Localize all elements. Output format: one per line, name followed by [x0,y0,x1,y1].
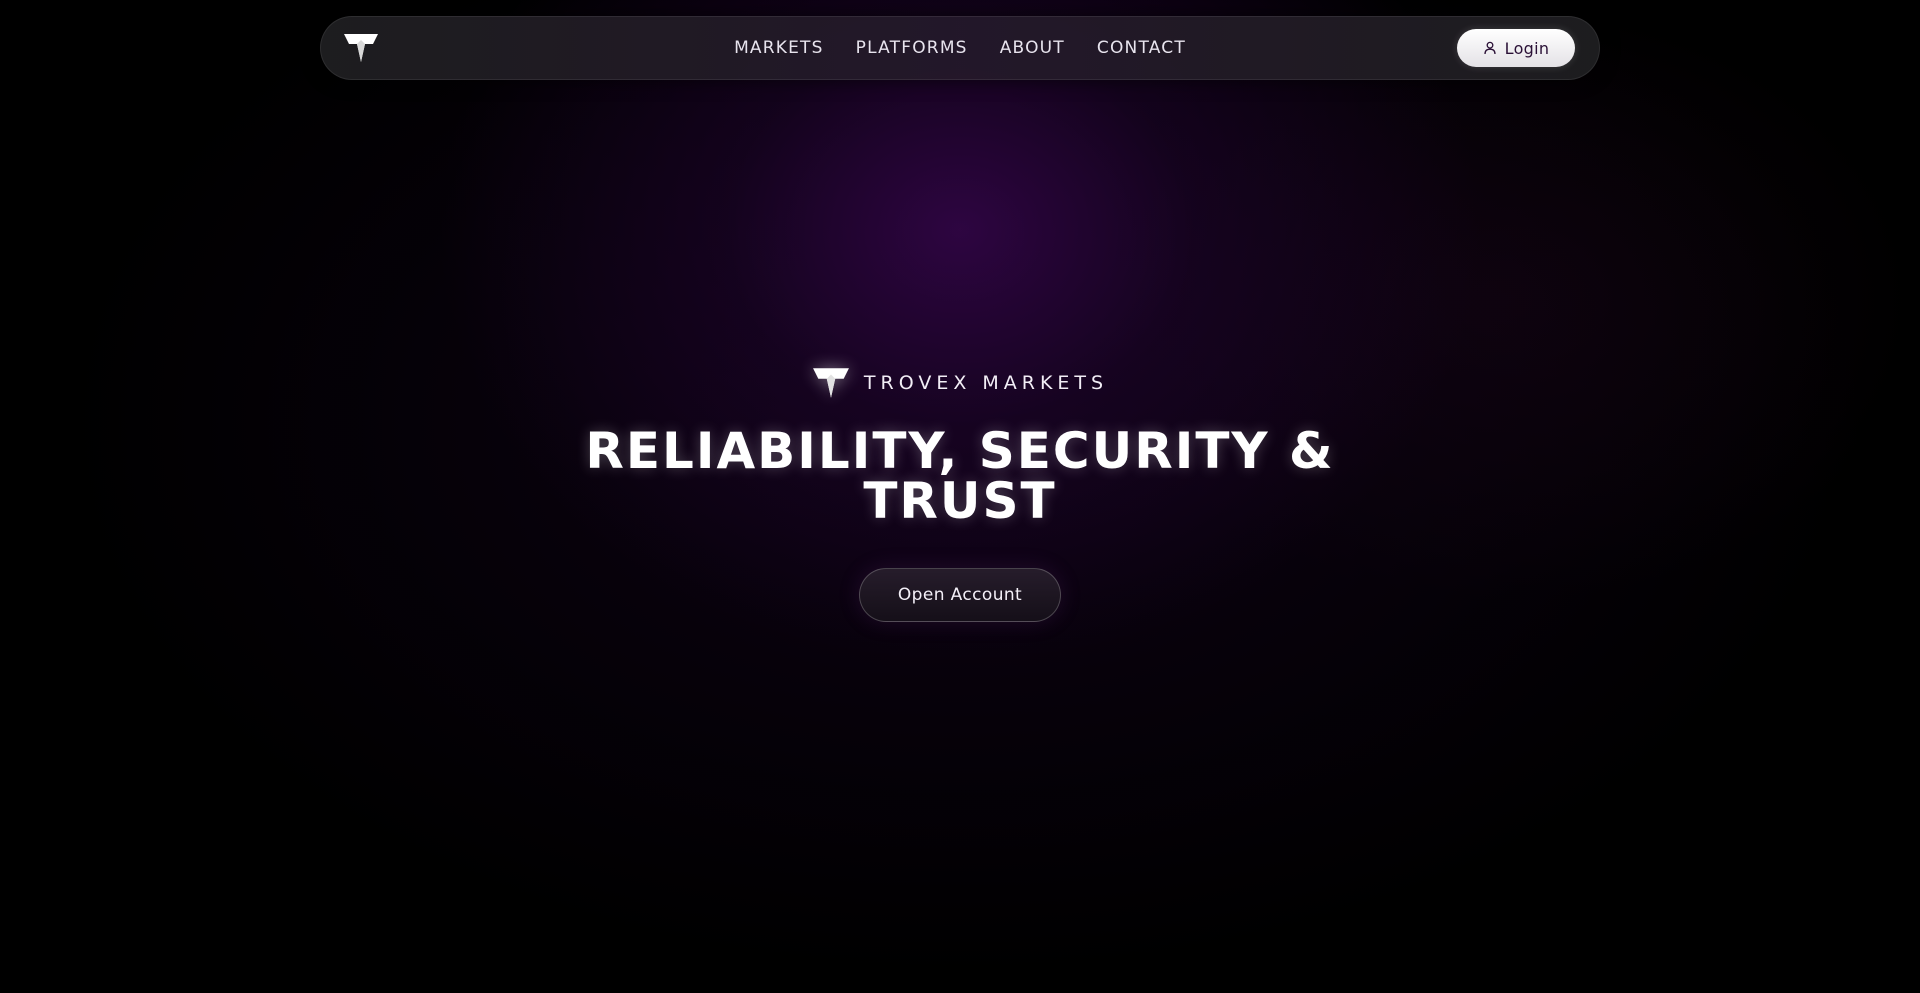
nav-link-platforms[interactable]: PLATFORMS [856,38,968,58]
user-icon [1484,41,1496,55]
nav-link-about[interactable]: ABOUT [1000,38,1065,58]
nav-link-contact[interactable]: CONTACT [1097,38,1186,58]
top-navbar: MARKETS PLATFORMS ABOUT CONTACT Login [320,16,1600,80]
nav-link-markets[interactable]: MARKETS [734,38,824,58]
hero-title-line-2: TRUST [863,472,1057,530]
hero-title: RELIABILITY, SECURITY & TRUST [510,426,1410,526]
hero-section: TROVEX MARKETS RELIABILITY, SECURITY & T… [0,360,1920,622]
brand-name: TROVEX MARKETS [863,372,1109,394]
open-account-button[interactable]: Open Account [859,568,1061,622]
nav-links: MARKETS PLATFORMS ABOUT CONTACT [321,17,1599,79]
login-button[interactable]: Login [1457,29,1575,67]
trovex-logo-icon [812,368,849,398]
login-label: Login [1504,38,1550,58]
trovex-logo-icon[interactable] [343,31,379,65]
page: MARKETS PLATFORMS ABOUT CONTACT Login TR… [0,0,1920,993]
brand-lockup: TROVEX MARKETS [812,360,1108,406]
open-account-label: Open Account [897,585,1023,605]
